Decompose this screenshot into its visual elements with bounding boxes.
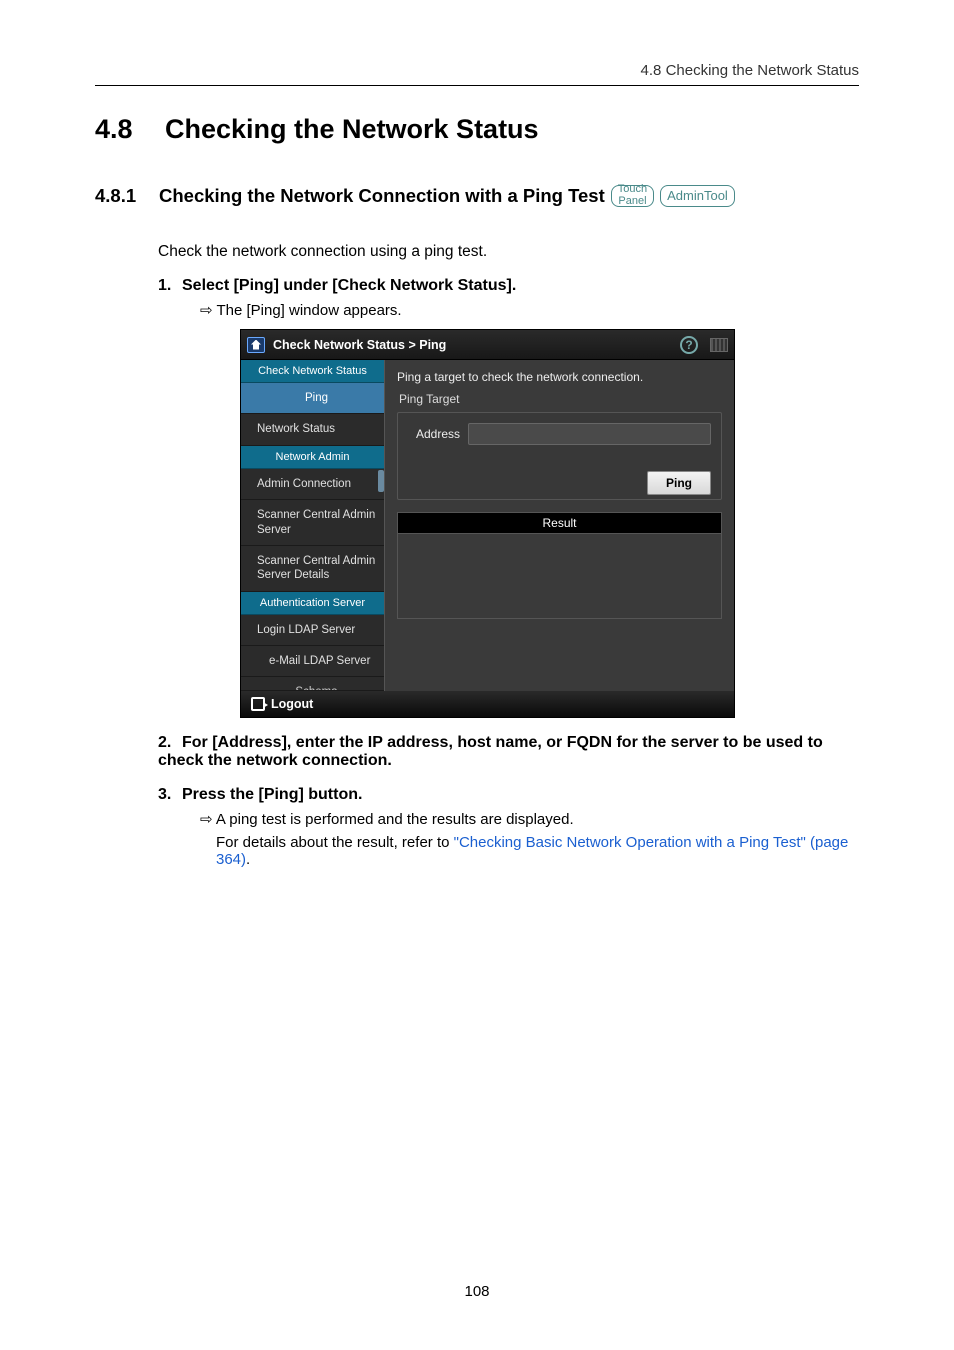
- sidebar-item-schema[interactable]: Schema: [241, 677, 384, 691]
- ping-target-fieldset: Address Ping: [397, 412, 722, 500]
- sidebar-item-admin-connection[interactable]: Admin Connection: [241, 469, 384, 500]
- sidebar-header-auth-server: Authentication Server: [241, 592, 384, 615]
- section-heading: 4.8Checking the Network Status: [0, 86, 954, 145]
- ping-target-label: Ping Target: [397, 392, 722, 406]
- touch-badge-line1: Touch: [618, 184, 647, 196]
- step-3: 3.Press the [Ping] button.: [0, 770, 954, 804]
- step-3-result-a: A ping test is performed and the results…: [0, 804, 954, 828]
- logout-label: Logout: [271, 697, 313, 711]
- result-box: [397, 533, 722, 619]
- result-header: Result: [397, 512, 722, 533]
- window-body: Check Network Status Ping Network Status…: [241, 360, 734, 691]
- section-title: Checking the Network Status: [165, 114, 539, 144]
- window-titlebar: Check Network Status > Ping ?: [241, 330, 734, 360]
- subsection-heading: 4.8.1 Checking the Network Connection wi…: [0, 145, 954, 207]
- sidebar-item-network-status[interactable]: Network Status: [241, 414, 384, 445]
- step-3b-suffix: .: [246, 851, 250, 868]
- step-3-number: 3.: [158, 786, 182, 804]
- touch-panel-badge: Touch Panel: [611, 185, 654, 207]
- ping-window: Check Network Status > Ping ? Check Netw…: [240, 329, 735, 718]
- touch-badge-line2: Panel: [618, 196, 646, 208]
- step-2-number: 2.: [158, 734, 182, 752]
- address-input[interactable]: [468, 423, 711, 445]
- step-1: 1.Select [Ping] under [Check Network Sta…: [0, 261, 954, 295]
- step-3b-prefix: For details about the result, refer to: [216, 834, 454, 851]
- step-1-number: 1.: [158, 277, 182, 295]
- logout-button[interactable]: Logout: [241, 691, 734, 717]
- content-pane: Ping a target to check the network conne…: [385, 360, 734, 691]
- subsection-number: 4.8.1: [95, 185, 153, 207]
- intro-text: Check the network connection using a pin…: [0, 207, 954, 261]
- sidebar-item-scanner-central-details[interactable]: Scanner Central Admin Server Details: [241, 546, 384, 592]
- step-1-text: Select [Ping] under [Check Network Statu…: [182, 277, 516, 294]
- ping-button[interactable]: Ping: [647, 471, 711, 495]
- keypad-icon[interactable]: [710, 338, 728, 352]
- sidebar: Check Network Status Ping Network Status…: [241, 360, 385, 691]
- screenshot-figure: Check Network Status > Ping ? Check Netw…: [0, 319, 954, 718]
- step-2-text: For [Address], enter the IP address, hos…: [158, 734, 823, 769]
- home-icon[interactable]: [247, 337, 265, 353]
- sidebar-scrollbar-thumb[interactable]: [378, 470, 384, 492]
- sidebar-item-scanner-central-admin[interactable]: Scanner Central Admin Server: [241, 500, 384, 546]
- sidebar-header-check-network: Check Network Status: [241, 360, 384, 383]
- admintool-badge: AdminTool: [660, 185, 735, 207]
- sidebar-item-login-ldap[interactable]: Login LDAP Server: [241, 615, 384, 646]
- subsection-title: Checking the Network Connection with a P…: [159, 185, 605, 207]
- running-head: 4.8 Checking the Network Status: [0, 0, 954, 79]
- step-2: 2.For [Address], enter the IP address, h…: [0, 718, 954, 770]
- sidebar-header-network-admin: Network Admin: [241, 446, 384, 469]
- sidebar-item-email-ldap[interactable]: e-Mail LDAP Server: [241, 646, 384, 677]
- section-number: 4.8: [95, 114, 165, 145]
- content-description: Ping a target to check the network conne…: [397, 370, 722, 384]
- step-3-result-b: For details about the result, refer to "…: [0, 828, 954, 868]
- sidebar-item-ping[interactable]: Ping: [241, 383, 384, 414]
- help-icon[interactable]: ?: [680, 336, 698, 354]
- logout-icon: [251, 697, 265, 711]
- step-3-text: Press the [Ping] button.: [182, 786, 362, 803]
- page-number: 108: [0, 1283, 954, 1300]
- breadcrumb: Check Network Status > Ping: [273, 338, 672, 352]
- address-label: Address: [408, 427, 460, 441]
- step-1-result: The [Ping] window appears.: [0, 295, 954, 319]
